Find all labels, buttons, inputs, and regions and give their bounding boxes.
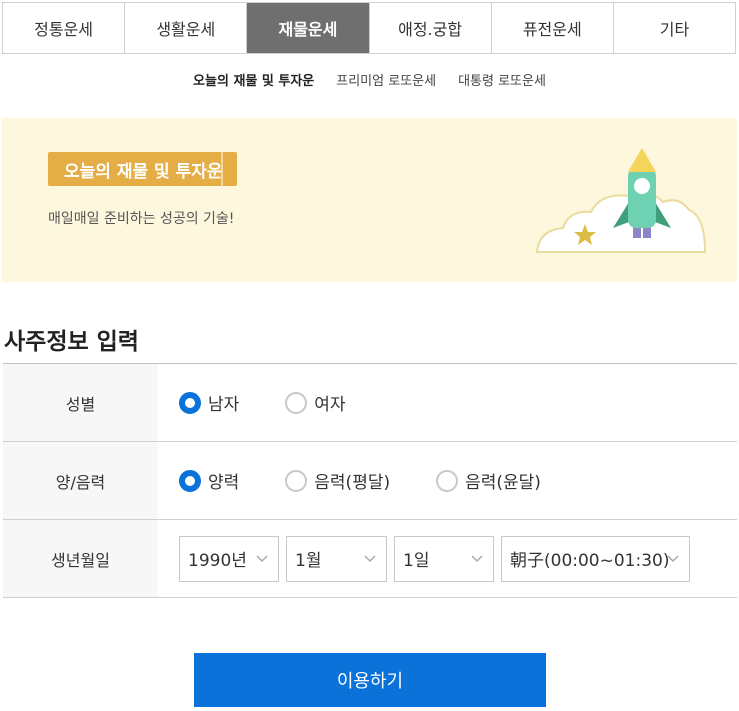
tab-etc[interactable]: 기타 — [613, 3, 736, 53]
gender-label: 성별 — [3, 364, 158, 441]
subnav-president-lotto[interactable]: 대통령 로또운세 — [458, 70, 546, 89]
radio-label: 음력(평달) — [314, 473, 391, 493]
month-select[interactable]: 1월 — [286, 535, 387, 582]
gender-female-radio[interactable]: 여자 — [285, 390, 346, 415]
banner-title: 오늘의 재물 및 투자운 — [48, 152, 237, 186]
tab-daily-life[interactable]: 생활운세 — [125, 3, 248, 53]
radio-unchecked-icon — [436, 469, 459, 492]
calendar-options: 양력 음력(평달) 음력(윤달) — [158, 442, 737, 519]
month-select-value: 1월 — [295, 551, 322, 571]
radio-label: 양력 — [208, 473, 240, 493]
subnav-premium-lotto[interactable]: 프리미엄 로또운세 — [336, 70, 436, 89]
radio-checked-icon — [179, 391, 201, 414]
calendar-lunar-normal-radio[interactable]: 음력(평달) — [285, 468, 390, 493]
tab-love-compatibility[interactable]: 애정.궁합 — [369, 3, 492, 53]
banner: 오늘의 재물 및 투자운 매일매일 준비하는 성공의 기술! — [2, 118, 737, 282]
banner-description: 매일매일 준비하는 성공의 기술! — [48, 211, 235, 227]
radio-unchecked-icon — [285, 391, 308, 414]
calendar-label: 양/음력 — [3, 442, 158, 519]
rocket-on-cloud-icon — [535, 148, 707, 253]
year-select[interactable]: 1990년 — [179, 535, 279, 582]
radio-checked-icon — [179, 469, 201, 492]
birth-label: 생년월일 — [3, 520, 158, 597]
tab-traditional[interactable]: 정통운세 — [3, 3, 126, 53]
calendar-row: 양/음력 양력 음력(평달) 음력(윤달) — [3, 442, 737, 520]
radio-label: 남자 — [208, 395, 240, 415]
chevron-down-icon — [667, 554, 679, 562]
calendar-solar-radio[interactable]: 양력 — [179, 468, 239, 493]
gender-male-radio[interactable]: 남자 — [179, 390, 239, 415]
day-select[interactable]: 1일 — [394, 535, 494, 582]
submit-button[interactable]: 이용하기 — [194, 653, 546, 707]
radio-label: 여자 — [314, 395, 346, 415]
birth-row: 생년월일 1990년 1월 1일 朝子(00:00~01:30) — [3, 520, 737, 598]
sub-nav: 오늘의 재물 및 투자운 프리미엄 로또운세 대통령 로또운세 — [0, 70, 739, 89]
subnav-today-wealth[interactable]: 오늘의 재물 및 투자운 — [193, 70, 314, 89]
time-select[interactable]: 朝子(00:00~01:30) — [501, 535, 690, 582]
tab-wealth[interactable]: 재물운세 — [247, 3, 370, 53]
birth-selects: 1990년 1월 1일 朝子(00:00~01:30) — [158, 520, 737, 597]
gender-row: 성별 남자 여자 — [3, 364, 737, 442]
section-title: 사주정보 입력 — [4, 329, 139, 355]
main-tabs: 정통운세 생활운세 재물운세 애정.궁합 퓨전운세 기타 — [2, 2, 736, 54]
year-select-value: 1990년 — [188, 551, 247, 571]
chevron-down-icon — [256, 554, 268, 562]
radio-label: 음력(윤달) — [465, 473, 541, 493]
day-select-value: 1일 — [403, 551, 430, 571]
radio-unchecked-icon — [285, 469, 308, 492]
calendar-lunar-leap-radio[interactable]: 음력(윤달) — [436, 468, 541, 493]
chevron-down-icon — [364, 554, 376, 562]
saju-form: 성별 남자 여자 양/음력 양력 음력(평달) 음력(윤달) 생년월일 1990… — [3, 363, 737, 598]
time-select-value: 朝子(00:00~01:30) — [510, 551, 670, 571]
gender-options: 남자 여자 — [158, 364, 737, 441]
tab-fusion[interactable]: 퓨전운세 — [491, 3, 614, 53]
chevron-down-icon — [471, 554, 483, 562]
